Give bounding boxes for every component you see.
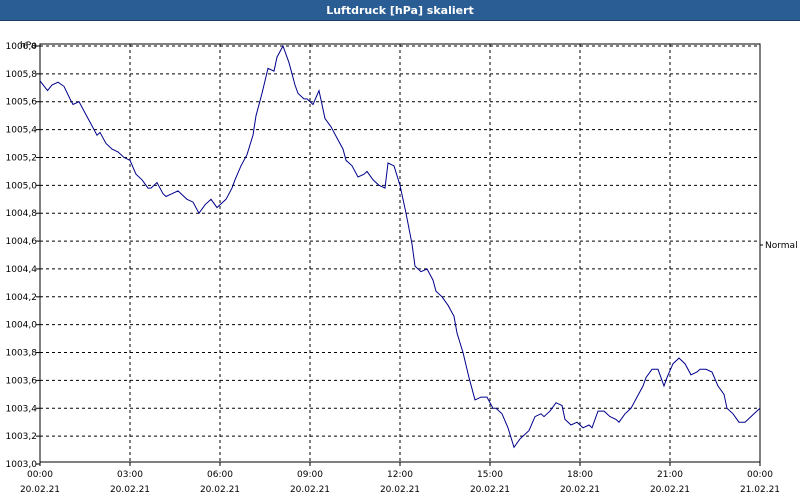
- x-tick-date-label: 20.02.21: [470, 485, 510, 495]
- x-tick-time-label: 00:00: [27, 470, 53, 480]
- x-tick-time-label: 09:00: [297, 470, 323, 480]
- x-tick-date-label: 20.02.21: [20, 485, 60, 495]
- x-tick-time-label: 00:00: [747, 470, 773, 480]
- x-tick-time-label: 21:00: [657, 470, 683, 480]
- y-tick-label: 1003,6: [6, 376, 38, 386]
- y-tick-label: 1005,6: [6, 98, 38, 108]
- x-tick-time-label: 06:00: [207, 470, 233, 480]
- y-tick-label: 1005,4: [6, 126, 38, 136]
- x-tick-date-label: 20.02.21: [560, 485, 600, 495]
- y-tick-label: 1004,0: [6, 321, 38, 331]
- x-tick-date-label: 21.02.21: [740, 485, 780, 495]
- x-tick-date-label: 20.02.21: [200, 485, 240, 495]
- y-tick-label: 1003,8: [6, 349, 38, 359]
- normal-label: Normal: [765, 241, 798, 251]
- x-tick-time-label: 18:00: [567, 470, 593, 480]
- y-tick-label: 1003,4: [6, 404, 38, 414]
- x-tick-date-label: 20.02.21: [290, 485, 330, 495]
- y-tick-label: 1005,0: [6, 181, 38, 191]
- y-tick-label: 1003,2: [6, 432, 38, 442]
- y-tick-label: 1004,2: [6, 293, 38, 303]
- y-tick-label: 1003,0: [6, 460, 38, 470]
- x-tick-time-label: 15:00: [477, 470, 503, 480]
- y-tick-label: 1005,2: [6, 153, 38, 163]
- y-tick-label: 1004,8: [6, 209, 38, 219]
- x-tick-date-label: 20.02.21: [650, 485, 690, 495]
- x-tick-time-label: 03:00: [117, 470, 143, 480]
- y-tick-label: 1005,8: [6, 70, 38, 80]
- x-tick-date-label: 20.02.21: [380, 485, 420, 495]
- x-tick-time-label: 12:00: [387, 470, 413, 480]
- y-tick-label: 1004,6: [6, 237, 38, 247]
- y-tick-label: 1004,4: [6, 265, 38, 275]
- x-tick-date-label: 20.02.21: [110, 485, 150, 495]
- line-chart: 1003,0 1003,2 1003,4 1003,6 1003,8 1004,0 1004…: [6, 41, 798, 495]
- y-axis-label: hPa: [20, 41, 36, 51]
